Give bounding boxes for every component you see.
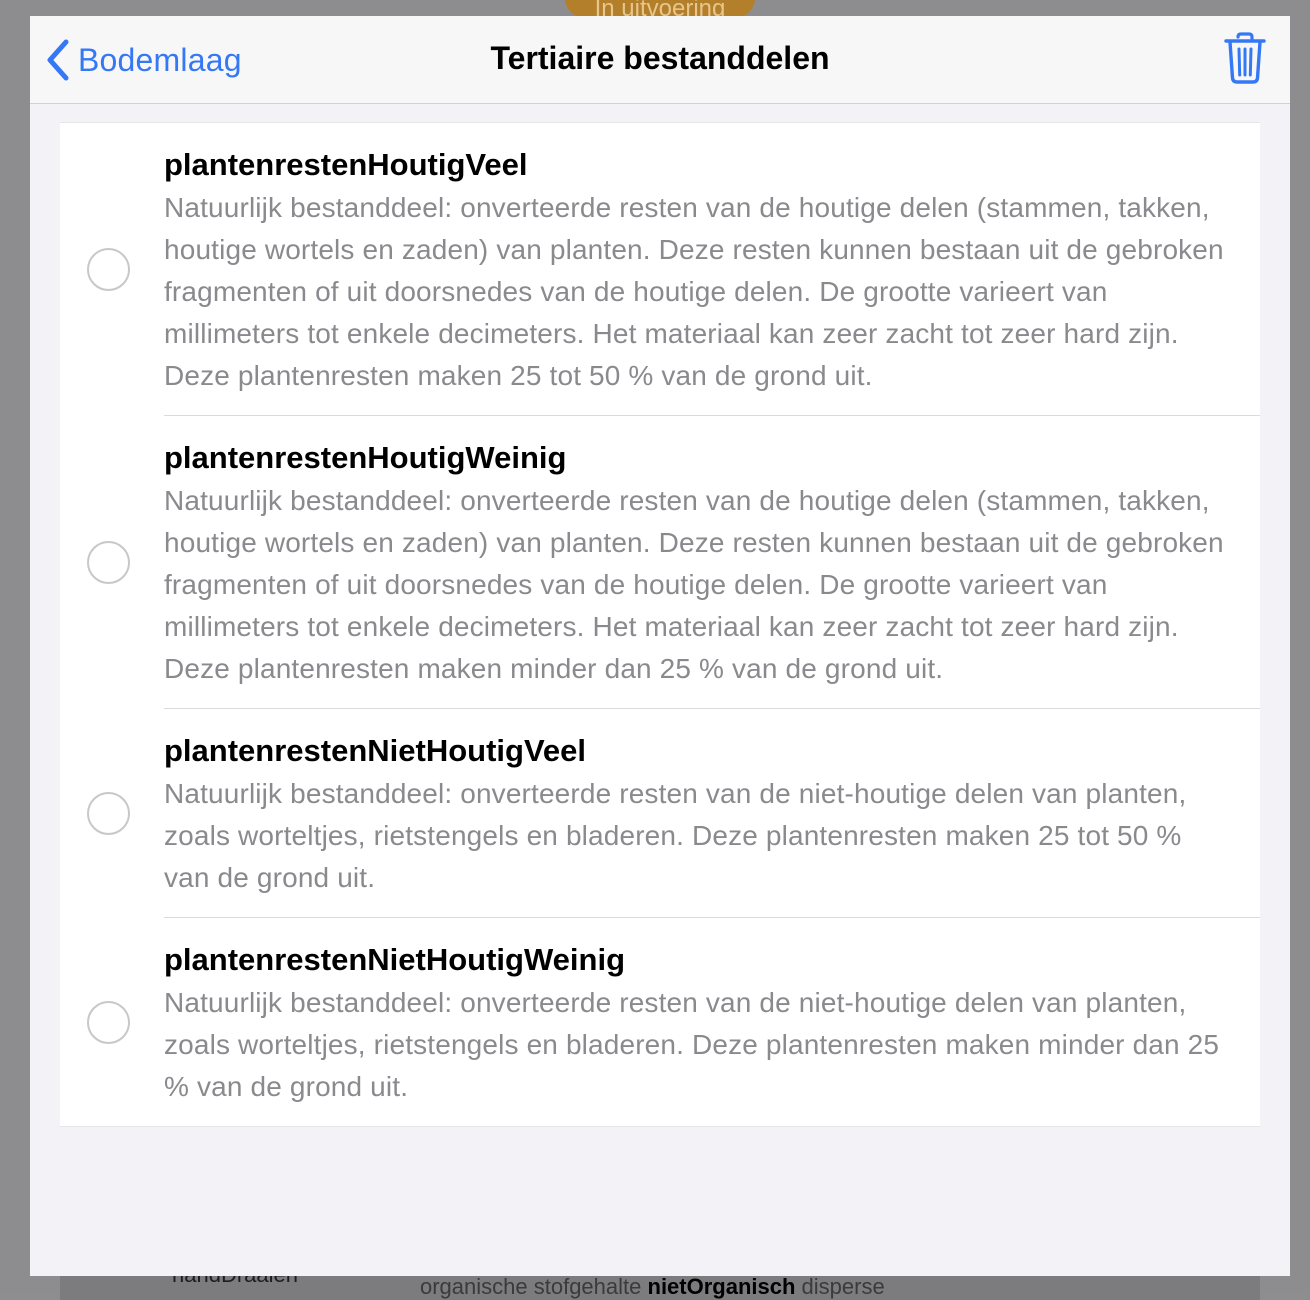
radio-wrapper <box>60 709 164 918</box>
delete-button[interactable] <box>1220 31 1270 90</box>
background-organic-suffix: disperse <box>801 1274 885 1299</box>
option-list: plantenrestenHoutigVeel Natuurlijk besta… <box>60 122 1260 1127</box>
option-title: plantenrestenNietHoutigVeel <box>164 733 587 768</box>
option-description: Natuurlijk bestanddeel: onverteerde rest… <box>164 485 1224 684</box>
option-row-plantenresten-niet-houtig-weinig[interactable]: plantenrestenNietHoutigWeinig Natuurlijk… <box>60 918 1260 1126</box>
option-title: plantenrestenNietHoutigWeinig <box>164 942 626 977</box>
navigation-bar: Bodemlaag Tertiaire bestanddelen <box>30 16 1290 104</box>
option-content: plantenrestenHoutigWeinig Natuurlijk bes… <box>164 416 1260 709</box>
trash-icon <box>1223 31 1267 90</box>
option-row-plantenresten-houtig-weinig[interactable]: plantenrestenHoutigWeinig Natuurlijk bes… <box>60 416 1260 709</box>
radio-wrapper <box>60 123 164 416</box>
radio-wrapper <box>60 918 164 1126</box>
radio-wrapper <box>60 416 164 709</box>
background-organic-value: nietOrganisch <box>647 1274 796 1299</box>
page-title: Tertiaire bestanddelen <box>490 40 830 76</box>
option-row-plantenresten-houtig-veel[interactable]: plantenrestenHoutigVeel Natuurlijk besta… <box>60 123 1260 416</box>
option-title: plantenrestenHoutigWeinig <box>164 440 567 475</box>
option-content: plantenrestenNietHoutigWeinig Natuurlijk… <box>164 918 1260 1126</box>
radio-button[interactable] <box>86 248 130 291</box>
option-content: plantenrestenNietHoutigVeel Natuurlijk b… <box>164 709 1260 918</box>
option-description: Natuurlijk bestanddeel: onverteerde rest… <box>164 778 1187 893</box>
background-organic-label: organische stofgehalte <box>420 1274 642 1299</box>
radio-button[interactable] <box>86 792 130 835</box>
option-description: Natuurlijk bestanddeel: onverteerde rest… <box>164 987 1220 1102</box>
option-content: plantenrestenHoutigVeel Natuurlijk besta… <box>164 123 1260 416</box>
radio-button[interactable] <box>86 541 130 584</box>
background-organic-text: organische stofgehalte nietOrganisch dis… <box>420 1274 885 1300</box>
radio-button[interactable] <box>86 1000 130 1044</box>
option-description: Natuurlijk bestanddeel: onverteerde rest… <box>164 192 1224 391</box>
option-title: plantenrestenHoutigVeel <box>164 147 528 182</box>
option-row-plantenresten-niet-houtig-veel[interactable]: plantenrestenNietHoutigVeel Natuurlijk b… <box>60 709 1260 918</box>
modal-sheet: Bodemlaag Tertiaire bestanddelen planten… <box>30 16 1290 1276</box>
